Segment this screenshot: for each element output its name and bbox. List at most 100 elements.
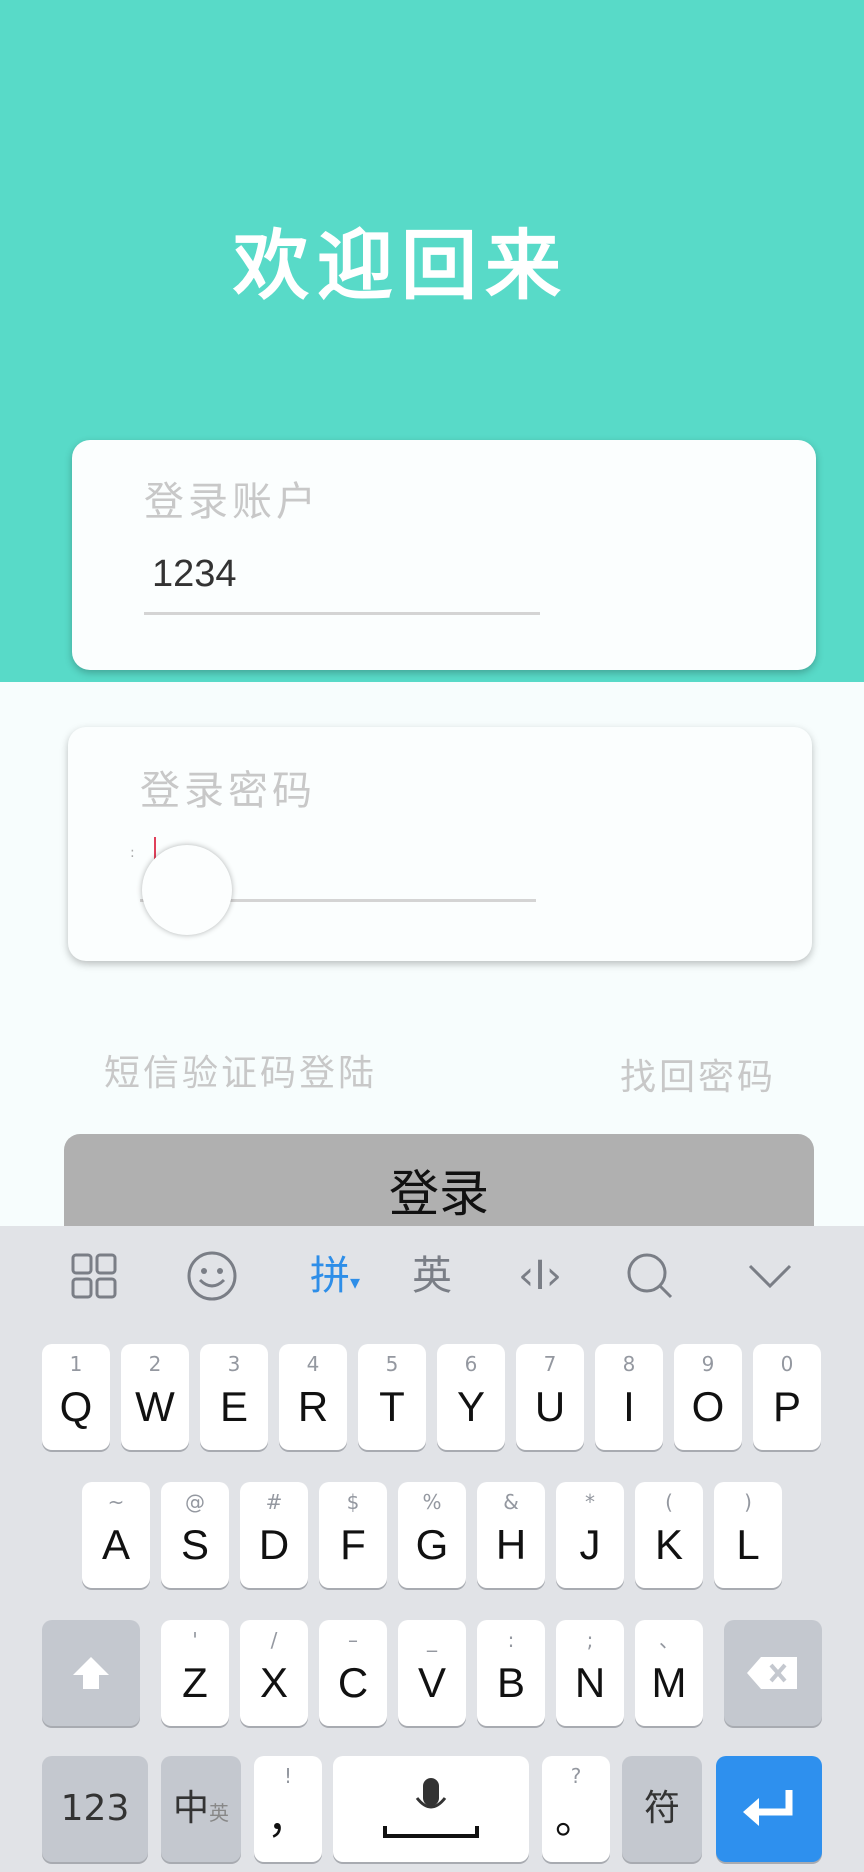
key-label: 中英 bbox=[161, 1784, 241, 1838]
key-d[interactable]: # D bbox=[240, 1482, 308, 1588]
numbers-key[interactable]: 123 bbox=[42, 1756, 148, 1862]
period-key[interactable]: ? 。 bbox=[542, 1756, 610, 1862]
key-sub: 3 bbox=[227, 1352, 241, 1376]
key-n[interactable]: ; N bbox=[556, 1620, 624, 1726]
key-sub: ; bbox=[586, 1628, 594, 1652]
key-h[interactable]: & H bbox=[477, 1482, 545, 1588]
key-r[interactable]: 4R bbox=[279, 1344, 347, 1450]
key-label: P bbox=[772, 1383, 801, 1430]
emoji-icon[interactable] bbox=[172, 1244, 252, 1308]
key-label: ， bbox=[266, 1795, 309, 1842]
cursor-dot: : bbox=[130, 845, 135, 861]
forgot-password-link[interactable]: 找回密码 bbox=[620, 1054, 776, 1102]
key-l[interactable]: ) L bbox=[714, 1482, 782, 1588]
key-sub: ~ bbox=[107, 1490, 125, 1514]
key-label: M bbox=[651, 1659, 687, 1706]
key-s[interactable]: @ S bbox=[161, 1482, 229, 1588]
account-input[interactable]: 1234 bbox=[144, 544, 540, 604]
key-label: C bbox=[337, 1659, 369, 1706]
key-sub: 2 bbox=[148, 1352, 162, 1376]
key-label: T bbox=[379, 1383, 405, 1430]
key-m[interactable]: 、 M bbox=[635, 1620, 703, 1726]
lang-primary: 中 bbox=[172, 1788, 209, 1829]
key-sub: 、 bbox=[659, 1628, 679, 1652]
key-label: D bbox=[258, 1521, 290, 1568]
key-p[interactable]: 0P bbox=[753, 1344, 821, 1450]
key-sub: 6 bbox=[464, 1352, 478, 1376]
key-z[interactable]: ' Z bbox=[161, 1620, 229, 1726]
sms-login-link[interactable]: 短信验证码登陆 bbox=[104, 1050, 377, 1098]
key-sub: 8 bbox=[622, 1352, 636, 1376]
cursor-move-button[interactable]: ‹I› bbox=[500, 1244, 580, 1308]
comma-key[interactable]: ! ， bbox=[254, 1756, 322, 1862]
key-sub: 7 bbox=[543, 1352, 557, 1376]
key-k[interactable]: (K bbox=[635, 1482, 703, 1588]
english-mode-button[interactable]: 英 bbox=[392, 1244, 472, 1308]
key-label: Q bbox=[59, 1383, 93, 1430]
key-label: B bbox=[496, 1659, 525, 1706]
key-v[interactable]: _ V bbox=[398, 1620, 466, 1726]
space-key[interactable] bbox=[333, 1756, 529, 1862]
key-sub: # bbox=[265, 1490, 283, 1514]
key-x[interactable]: / X bbox=[240, 1620, 308, 1726]
key-y[interactable]: 6Y bbox=[437, 1344, 505, 1450]
key-label: Z bbox=[182, 1659, 208, 1706]
key-label: F bbox=[340, 1521, 366, 1568]
account-label: 登录账户 bbox=[144, 479, 320, 525]
key-t[interactable]: 5T bbox=[358, 1344, 426, 1450]
keyboard: 拼▾ 英 ‹I› 1Q 2W 3E 4R 5T 6Y 7U 8I 9O 0P ~… bbox=[0, 1226, 864, 1872]
key-sub: $ bbox=[346, 1490, 360, 1514]
key-label: O bbox=[691, 1383, 725, 1430]
key-sub: 1 bbox=[69, 1352, 83, 1376]
key-sub: _ bbox=[427, 1628, 437, 1652]
pinyin-mode-button[interactable]: 拼▾ bbox=[290, 1244, 380, 1308]
key-sub: ) bbox=[744, 1490, 752, 1514]
key-sub: ! bbox=[283, 1764, 293, 1788]
key-sub: * bbox=[585, 1490, 595, 1514]
key-label: 。 bbox=[554, 1795, 597, 1842]
key-g[interactable]: % G bbox=[398, 1482, 466, 1588]
key-u[interactable]: 7U bbox=[516, 1344, 584, 1450]
language-switch-key[interactable]: 中英 bbox=[161, 1756, 241, 1862]
key-label: L bbox=[736, 1521, 760, 1568]
account-underline bbox=[144, 612, 540, 615]
cursor-handle[interactable] bbox=[142, 845, 232, 935]
key-label: H bbox=[495, 1521, 527, 1568]
key-label: R bbox=[297, 1383, 329, 1430]
key-label: I bbox=[623, 1383, 635, 1430]
key-label: Y bbox=[456, 1383, 485, 1430]
caret-down-icon: ▾ bbox=[349, 1270, 361, 1294]
shift-key[interactable] bbox=[42, 1620, 140, 1726]
symbols-key[interactable]: 符 bbox=[622, 1756, 702, 1862]
key-i[interactable]: 8I bbox=[595, 1344, 663, 1450]
key-sub: % bbox=[422, 1490, 442, 1514]
backspace-icon bbox=[747, 1657, 797, 1689]
key-label: 123 bbox=[60, 1788, 130, 1829]
key-label: X bbox=[259, 1659, 288, 1706]
key-label: 符 bbox=[643, 1788, 680, 1829]
backspace-key[interactable] bbox=[724, 1620, 822, 1726]
key-b[interactable]: :B bbox=[477, 1620, 545, 1726]
enter-arrow-icon bbox=[743, 1790, 793, 1826]
key-e[interactable]: 3E bbox=[200, 1344, 268, 1450]
key-sub: & bbox=[503, 1490, 519, 1514]
account-card: 登录账户 1234 bbox=[72, 440, 816, 670]
key-sub: 0 bbox=[780, 1352, 794, 1376]
key-a[interactable]: ~ A bbox=[82, 1482, 150, 1588]
key-j[interactable]: * J bbox=[556, 1482, 624, 1588]
key-label: W bbox=[135, 1383, 175, 1430]
key-label: V bbox=[417, 1659, 446, 1706]
key-sub: : bbox=[507, 1628, 515, 1652]
shift-arrow-icon bbox=[73, 1657, 109, 1689]
enter-key[interactable] bbox=[716, 1756, 822, 1862]
key-c[interactable]: – C bbox=[319, 1620, 387, 1726]
key-w[interactable]: 2W bbox=[121, 1344, 189, 1450]
lang-secondary: 英 bbox=[209, 1801, 229, 1825]
grid-icon[interactable] bbox=[54, 1244, 134, 1308]
key-f[interactable]: $ F bbox=[319, 1482, 387, 1588]
chevron-down-icon[interactable] bbox=[730, 1244, 810, 1308]
key-q[interactable]: 1Q bbox=[42, 1344, 110, 1450]
key-o[interactable]: 9O bbox=[674, 1344, 742, 1450]
key-sub: @ bbox=[185, 1490, 205, 1514]
search-icon[interactable] bbox=[610, 1244, 690, 1308]
